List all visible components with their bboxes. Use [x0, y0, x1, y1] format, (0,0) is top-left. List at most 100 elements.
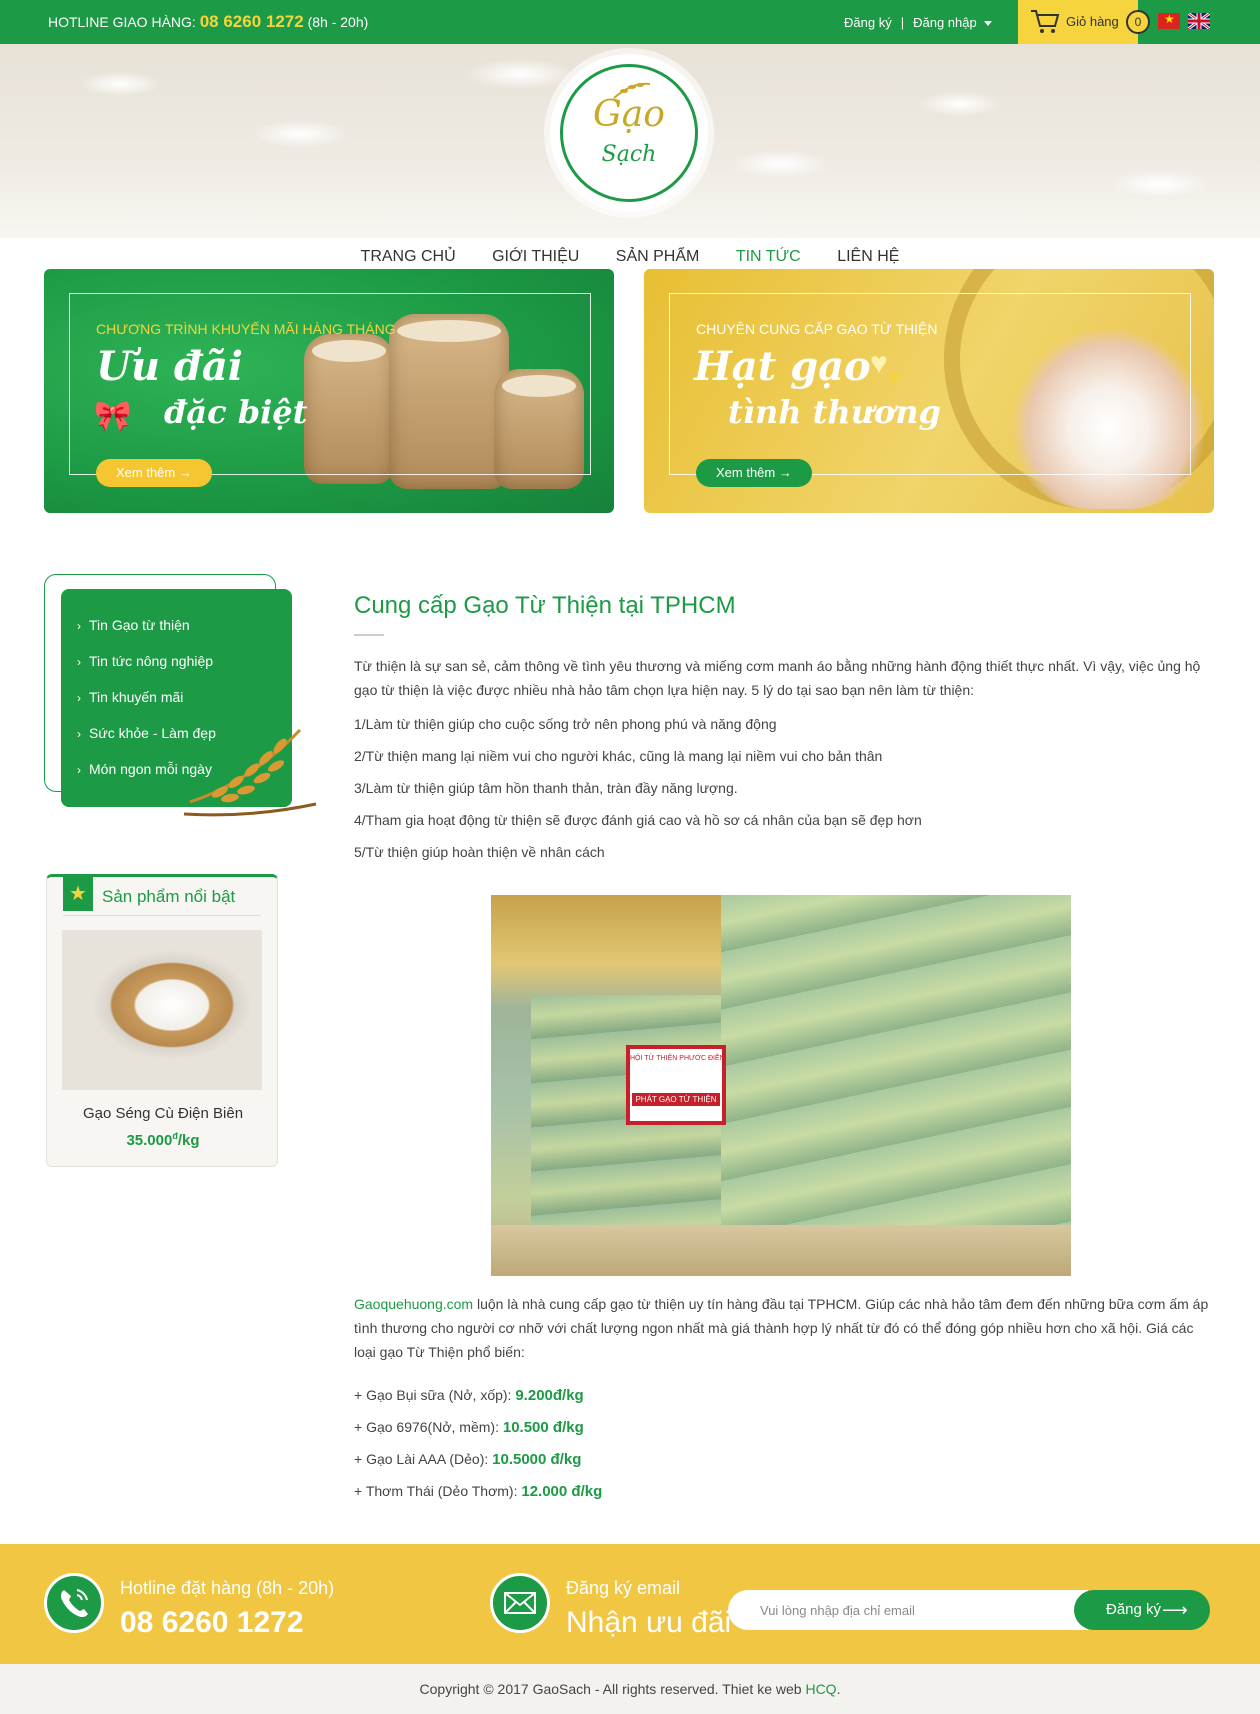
article-outro: Gaoquehuong.com luộn là nhà cung cấp gạo… — [354, 1292, 1210, 1364]
side-menu-item[interactable]: › Tin tức nông nghiệp — [61, 651, 292, 687]
heart-icon: ♥ — [888, 365, 902, 390]
price-item: + Gạo Bụi sữa (Nở, xốp): 9.200đ/kg — [354, 1387, 602, 1419]
price-label: + Gạo Bụi sữa (Nở, xốp): — [354, 1387, 516, 1403]
rice-bags-image — [721, 895, 1071, 1276]
side-menu-label: Tin tức nông nghiệp — [89, 653, 214, 669]
banner-kicker: CHƯƠNG TRÌNH KHUYẾN MÃI HÀNG THÁNG — [96, 321, 396, 337]
vietnam-flag-icon[interactable] — [1158, 12, 1180, 29]
email-signup-label: Đăng ký email — [566, 1578, 681, 1598]
site-logo[interactable]: Gạo Sạch — [550, 54, 708, 212]
hotline-label: HOTLINE GIAO HÀNG: — [48, 14, 196, 30]
article: Cung cấp Gạo Từ Thiện tại TPHCM Từ thiện… — [354, 592, 1210, 1500]
banner-headline: Hạt gạo — [694, 343, 871, 390]
hotline-order-number[interactable]: 08 6260 1272 — [120, 1606, 304, 1640]
sign-top-text: HỘI TỪ THIỆN PHƯỚC ĐIỀN — [630, 1055, 725, 1062]
banner-headline-2: đặc biệt — [164, 393, 308, 431]
copyright-text: Copyright © 2017 GaoSach - All rights re… — [419, 1681, 806, 1697]
promo-banner[interactable]: CHƯƠNG TRÌNH KHUYẾN MÃI HÀNG THÁNG Ưu đã… — [44, 269, 614, 513]
logo-text-sach: Sạch — [601, 142, 657, 167]
product-price-unit: /kg — [177, 1132, 200, 1149]
banner-headline: Ưu đãi — [96, 343, 243, 390]
email-signup-title: Nhận ưu đãi — [566, 1606, 732, 1639]
banner-more-button[interactable]: Xem thêm → — [96, 459, 212, 487]
article-photo: HỘI TỪ THIỆN PHƯỚC ĐIỀN PHÁT GẠO TỪ THIỆ… — [491, 895, 1071, 1276]
price-label: + Thơm Thái (Dẻo Thơm): — [354, 1483, 522, 1499]
banner-kicker: CHUYÊN CUNG CẤP GẠO TỪ THIỆN — [696, 321, 938, 337]
footer: Copyright © 2017 GaoSach - All rights re… — [0, 1664, 1260, 1714]
chevron-right-icon: › — [77, 619, 81, 633]
chevron-right-icon: › — [77, 727, 81, 741]
reason-item: 2/Từ thiện mang lại niềm vui cho người k… — [354, 748, 883, 764]
hotline-hours: (8h - 20h) — [307, 14, 369, 30]
cart-button[interactable]: Giỏ hàng 0 — [1018, 0, 1150, 44]
site-link[interactable]: Gaoquehuong.com — [354, 1296, 473, 1312]
designer-link[interactable]: HCQ — [805, 1681, 836, 1697]
phone-icon — [44, 1573, 104, 1633]
banner-more-button[interactable]: Xem thêm → — [696, 459, 812, 487]
subscribe-label: Đăng ký — [1106, 1601, 1162, 1618]
rice-bags-image — [531, 995, 721, 1255]
sign-main-text: PHÁT GẠO TỪ THIỆN — [632, 1093, 720, 1106]
chevron-right-icon: › — [77, 655, 81, 669]
featured-products: ★ Sản phẩm nổi bật Gạo Séng Cù Điện Biên… — [46, 874, 278, 1167]
hotline-order-label: Hotline đặt hàng (8h - 20h) — [120, 1578, 335, 1598]
price-value: 10.500 đ/kg — [502, 1419, 584, 1436]
top-bar: HOTLINE GIAO HÀNG: 08 6260 1272 (8h - 20… — [0, 0, 1260, 44]
charity-sign: HỘI TỪ THIỆN PHƯỚC ĐIỀN PHÁT GẠO TỪ THIỆ… — [626, 1045, 726, 1125]
product-image[interactable] — [62, 930, 262, 1090]
ribbon-bow-icon: 🎀 — [94, 400, 132, 433]
charity-banner[interactable]: CHUYÊN CUNG CẤP GẠO TỪ THIỆN Hạt gạo ♥ ♥… — [644, 269, 1214, 513]
auth-separator: | — [900, 15, 905, 30]
heart-icon: ♥ — [870, 347, 888, 380]
price-list: + Gạo Bụi sữa (Nở, xốp): 9.200đ/kg + Gạo… — [354, 1387, 602, 1515]
article-title: Cung cấp Gạo Từ Thiện tại TPHCM — [354, 592, 736, 619]
side-menu-item[interactable]: › Tin Gạo từ thiện — [61, 615, 292, 651]
reason-item: 3/Làm từ thiện giúp tâm hồn thanh thản, … — [354, 780, 738, 796]
side-menu-item[interactable]: › Tin khuyến mãi — [61, 687, 292, 723]
reason-item: 4/Tham gia hoạt động từ thiện sẽ được đá… — [354, 812, 922, 828]
copyright-period: . — [836, 1681, 841, 1697]
product-name[interactable]: Gạo Séng Cù Điện Biên — [47, 1105, 279, 1122]
chevron-right-icon: › — [77, 691, 81, 705]
price-label: + Gạo 6976(Nở, mềm): — [354, 1419, 503, 1435]
star-icon: ★ — [69, 883, 87, 905]
register-link[interactable]: Đăng ký — [844, 15, 892, 30]
cart-icon — [1031, 10, 1060, 33]
top-hotline: HOTLINE GIAO HÀNG: 08 6260 1272 (8h - 20… — [48, 12, 368, 32]
chevron-right-icon: › — [77, 763, 81, 777]
caret-down-icon[interactable] — [983, 21, 992, 27]
uk-flag-icon[interactable] — [1188, 13, 1210, 29]
price-item: + Gạo 6976(Nở, mềm): 10.500 đ/kg — [354, 1419, 602, 1451]
subscribe-button[interactable]: Đăng ký ⟶ — [1074, 1590, 1210, 1630]
wheat-decoration-icon — [183, 728, 317, 817]
cart-label: Giỏ hàng — [1066, 14, 1119, 29]
reason-item: 5/Từ thiện giúp hoàn thiện về nhân cách — [354, 844, 605, 860]
mail-icon — [490, 1573, 550, 1633]
featured-title: Sản phẩm nổi bật — [102, 887, 236, 906]
login-link[interactable]: Đăng nhập — [913, 15, 977, 30]
logo-text-gao: Gạo — [593, 94, 665, 135]
hotline-number[interactable]: 08 6260 1272 — [200, 12, 304, 31]
price-value: 12.000 đ/kg — [521, 1483, 603, 1500]
email-input[interactable] — [728, 1590, 1088, 1630]
reasons-list: 1/Làm từ thiện giúp cho cuộc sống trở nê… — [354, 716, 922, 876]
article-intro: Từ thiện là sự san sẻ, cảm thông về tình… — [354, 658, 1201, 698]
product-price-value: 35.000 — [126, 1132, 173, 1149]
floor-image — [491, 1225, 1071, 1276]
outro-text: luộn là nhà cung cấp gạo từ thiện uy tín… — [354, 1296, 1209, 1360]
featured-star-badge: ★ — [63, 877, 93, 911]
product-price: 35.000đ/kg — [47, 1131, 279, 1149]
auth-links: Đăng ký | Đăng nhập — [844, 15, 992, 30]
reason-item: 1/Làm từ thiện giúp cho cuộc sống trở nê… — [354, 716, 777, 732]
hero-header: Gạo Sạch TRANG CHỦ GIỚI THIỆU SẢN PHẨM T… — [0, 44, 1260, 277]
title-underline — [354, 634, 384, 636]
side-menu-label: Tin khuyến mãi — [89, 689, 184, 705]
featured-divider — [63, 915, 261, 916]
price-label: + Gạo Lài AAA (Dẻo): — [354, 1451, 493, 1467]
price-value: 10.5000 đ/kg — [492, 1451, 582, 1468]
banner-headline-2: tình thương — [728, 393, 941, 431]
side-menu-label: Tin Gạo từ thiện — [89, 617, 190, 633]
price-item: + Thơm Thái (Dẻo Thơm): 12.000 đ/kg — [354, 1483, 602, 1515]
newsletter-bar: Hotline đặt hàng (8h - 20h) 08 6260 1272… — [0, 1544, 1260, 1664]
cart-count-badge: 0 — [1126, 10, 1150, 34]
